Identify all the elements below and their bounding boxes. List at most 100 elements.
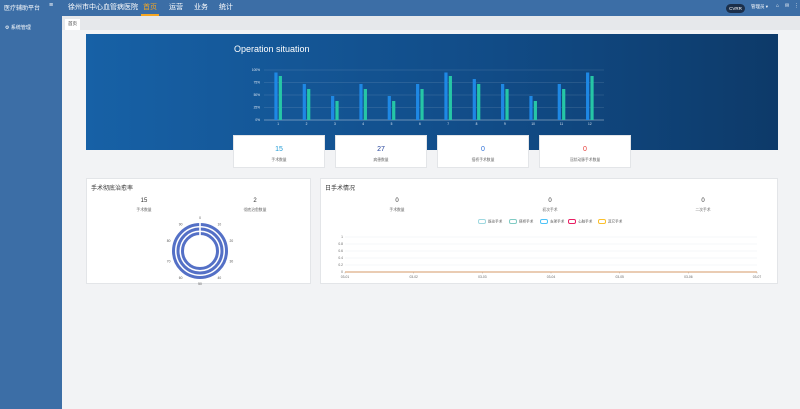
bar <box>335 101 339 120</box>
legend-label: 其它手术 <box>608 219 623 224</box>
sidebar: ⚙ 系统管理 <box>0 16 62 409</box>
legend-marker <box>509 219 517 224</box>
bar <box>590 76 594 120</box>
ring-gap <box>199 222 201 236</box>
card-value: 27 <box>377 146 385 153</box>
legend-label: 支架手术 <box>550 219 565 224</box>
legend-item[interactable]: 支架手术 <box>540 219 564 224</box>
y-tick-label: 100% <box>252 68 260 72</box>
bell-icon[interactable]: ⌂ <box>776 3 779 9</box>
legend-marker <box>540 219 548 224</box>
bar <box>477 84 481 120</box>
cvrr-badge[interactable]: CVRR <box>726 4 745 13</box>
nav-operation-label: 运营 <box>169 4 183 11</box>
x-tick-label: 6 <box>419 122 421 126</box>
y-tick-label: 0% <box>255 118 260 122</box>
legend-marker <box>598 219 606 224</box>
y-tick-label: 0.2 <box>338 263 343 267</box>
nav-business-label: 业务 <box>194 4 208 11</box>
message-icon[interactable]: ✉ <box>785 3 789 9</box>
bar <box>444 72 448 120</box>
x-tick-label: 2 <box>306 122 308 126</box>
card-value: 0 <box>583 146 587 153</box>
bar <box>472 79 476 120</box>
x-tick-label: 4 <box>362 122 364 126</box>
radial-tick-label: 90 <box>179 223 183 227</box>
x-tick-label: 03-02 <box>409 275 418 279</box>
nav-operation[interactable]: 运营 <box>167 0 185 16</box>
bar <box>533 101 537 120</box>
bar <box>274 72 278 120</box>
radial-tick-label: 60 <box>179 276 183 280</box>
bar <box>387 96 391 120</box>
card-coronary-count: 0 冠状动脉手术数量 <box>539 135 631 168</box>
card-label: 病患数量 <box>373 158 389 162</box>
card-label: 手术数量 <box>271 158 287 162</box>
y-tick-label: 0 <box>341 270 343 274</box>
bar <box>416 84 420 120</box>
y-tick-label: 75% <box>254 81 261 85</box>
gear-icon: ⚙ <box>5 25 10 31</box>
x-tick-label: 03-01 <box>341 275 350 279</box>
radial-tick-label: 70 <box>167 259 171 263</box>
bar <box>392 101 396 120</box>
top-bar: 医疗辅助平台 ≡ 徐州市中心血管病医院 首页 运营 业务 统计 CVRR 管理员… <box>0 0 800 16</box>
nav-home-label: 首页 <box>143 4 157 11</box>
bar <box>448 76 452 120</box>
x-tick-label: 9 <box>504 122 506 126</box>
card-patient-count: 27 病患数量 <box>335 135 427 168</box>
x-tick-label: 03-07 <box>753 275 762 279</box>
daily-surgery-line-chart: 0 0.2 0.4 0.6 0.8 1 03-01 03-02 03-03 03-04 03-05 0… <box>338 235 762 279</box>
tab-home-label: 首页 <box>68 21 77 26</box>
y-tick-label: 50% <box>254 93 261 97</box>
radial-tick-label: 80 <box>167 239 171 243</box>
legend-label: 既往手术 <box>488 219 503 224</box>
tab-bar: 首页 <box>62 16 800 30</box>
legend-marker <box>478 219 486 224</box>
x-tick-label: 12 <box>588 122 592 126</box>
brand-title: 医疗辅助平台 <box>4 6 41 12</box>
x-tick-label: 8 <box>476 122 478 126</box>
tab-home[interactable]: 首页 <box>65 19 80 30</box>
daily-surgery-panel: 日手术情况 0 手术数量 0 初次手术 0 二次手术 0 0.2 0.4 0.6 0.8… <box>320 178 778 284</box>
bar <box>331 96 335 120</box>
card-value: 15 <box>275 146 283 153</box>
radial-tick-label: 50 <box>198 282 202 285</box>
x-tick-label: 7 <box>447 122 449 126</box>
card-value: 0 <box>481 146 485 153</box>
bar <box>363 89 367 120</box>
bar <box>586 72 590 120</box>
x-tick-label: 03-06 <box>684 275 693 279</box>
bar <box>420 89 424 120</box>
card-label: 冠状动脉手术数量 <box>569 158 601 162</box>
sidebar-item-system[interactable]: ⚙ 系统管理 <box>5 24 31 31</box>
legend-item[interactable]: 心脏手术 <box>568 219 592 224</box>
operation-banner: Operation situation 0% 25% 50% 75% 100% 1 2 3 4 5… <box>86 34 778 150</box>
nav-statistics-label: 统计 <box>219 4 233 11</box>
bar <box>562 89 566 120</box>
y-tick-label: 25% <box>254 106 261 110</box>
nav-business[interactable]: 业务 <box>192 0 210 16</box>
nav-home[interactable]: 首页 <box>141 0 159 16</box>
sidebar-item-label: 系统管理 <box>10 25 31 31</box>
legend-marker <box>568 219 576 224</box>
user-menu[interactable]: 管理员 ▾ <box>751 4 768 10</box>
legend-item[interactable]: 既往手术 <box>478 219 502 224</box>
cure-rate-radial-chart: 0 10 20 30 40 50 60 70 80 90 <box>167 216 234 285</box>
y-tick-label: 0.6 <box>338 249 343 253</box>
operation-bar-chart: 0%25%50%75%100%1 2 3 4 5 6 7 8 9 10 11 12 <box>252 68 604 126</box>
legend-label: 搭桥手术 <box>519 219 534 224</box>
legend-item[interactable]: 其它手术 <box>598 219 622 224</box>
radial-tick-label: 40 <box>218 276 222 280</box>
legend-item[interactable]: 搭桥手术 <box>509 219 533 224</box>
menu-toggle-icon[interactable]: ≡ <box>49 2 53 9</box>
bar <box>302 84 306 120</box>
bar <box>501 84 505 120</box>
card-surgery-count: 15 手术数量 <box>233 135 325 168</box>
nav-statistics[interactable]: 统计 <box>217 0 235 16</box>
more-icon[interactable]: ⋮ <box>794 3 799 9</box>
cure-rate-panel: 手术彻底治愈率 15 手术数量 2 彻底治愈数量 0 10 20 30 40 50 60 70… <box>86 178 311 285</box>
x-tick-label: 1 <box>277 122 279 126</box>
hospital-name: 徐州市中心血管病医院 <box>68 4 138 11</box>
radial-tick-label: 10 <box>218 223 222 227</box>
